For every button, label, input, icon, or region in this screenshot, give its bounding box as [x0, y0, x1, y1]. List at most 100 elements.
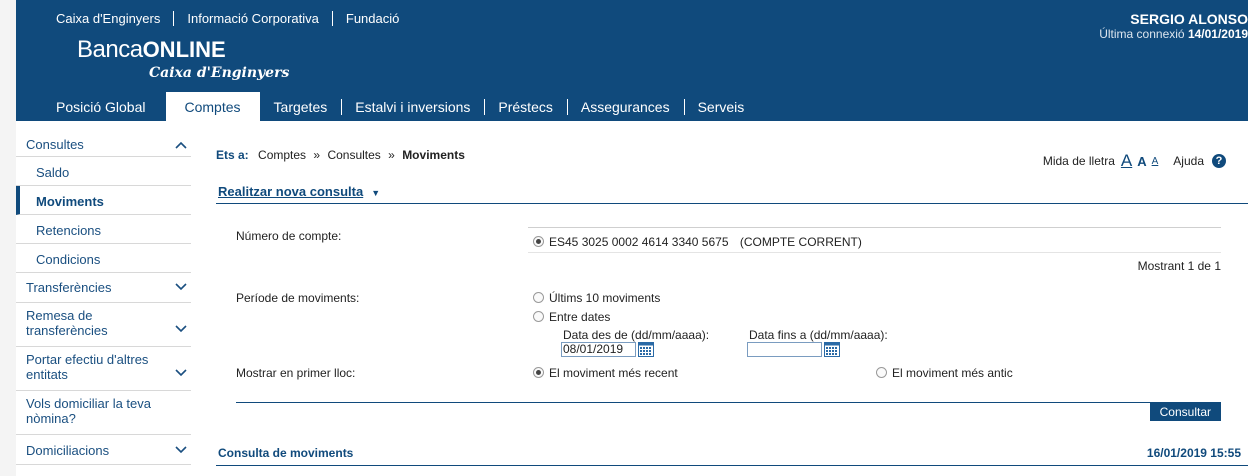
order-old-option[interactable]: El moviment més antic: [876, 366, 1013, 380]
account-number: ES45 3025 0002 4614 3340 5675: [549, 235, 729, 249]
nav-comptes[interactable]: Comptes: [165, 92, 260, 121]
period-between-radio[interactable]: [533, 311, 544, 322]
chevron-down-icon: [175, 325, 187, 335]
sidebar-item-condicions[interactable]: Condicions: [16, 244, 191, 273]
sidebar-item-vols-domiciliar[interactable]: Vols domiciliar la teva nòmina?: [16, 391, 191, 435]
divider: [216, 203, 1248, 204]
font-size-large-button[interactable]: A: [1121, 151, 1132, 171]
main-nav: Posició Global Comptes Targetes Estalvi …: [16, 92, 758, 121]
results-title: Consulta de moviments: [218, 446, 354, 460]
period-between-option[interactable]: Entre dates: [533, 310, 610, 324]
sidebar-item-label: Retencions: [36, 223, 102, 238]
top-links: Caixa d'Enginyers Informació Corporativa…: [43, 11, 412, 26]
sidebar-item-label-2: nòmina?: [26, 411, 76, 426]
sidebar-item-label: Consultes: [26, 137, 84, 152]
period-last10-radio[interactable]: [533, 292, 544, 303]
user-name: SERGIO ALONSO: [1130, 11, 1248, 27]
sidebar-item-label-2: entitats: [26, 367, 68, 382]
divider: [236, 402, 1221, 403]
sidebar-item-consultes[interactable]: Consultes: [16, 133, 191, 157]
main-content: Ets a: Comptes » Consultes » Moviments M…: [216, 121, 1248, 476]
logo-banca: Banca: [77, 36, 143, 63]
sidebar-item-label: Moviments: [36, 194, 104, 209]
date-to-label: Data fins a (dd/mm/aaaa):: [749, 328, 888, 342]
logo[interactable]: BancaONLINE Caixa d'Enginyers: [77, 36, 289, 81]
font-size-small-button[interactable]: A: [1152, 156, 1159, 167]
sidebar-item-label: Remesa de: [26, 308, 93, 323]
caret-down-icon: ▼: [371, 188, 381, 198]
nav-assegurances[interactable]: Assegurances: [566, 92, 684, 121]
order-recent-label: El moviment més recent: [549, 366, 678, 380]
order-recent-option[interactable]: El moviment més recent: [533, 366, 678, 380]
sidebar-item-portar-efectiu[interactable]: Portar efectiu d'altres entitats: [16, 347, 191, 391]
sidebar-item-retencions[interactable]: Retencions: [16, 215, 191, 244]
last-connection-date: 14/01/2019: [1187, 27, 1248, 41]
order-recent-radio[interactable]: [533, 367, 544, 378]
account-radio[interactable]: [533, 236, 544, 247]
sidebar-item-label: Portar efectiu d'altres: [26, 352, 149, 367]
period-label: Període de moviments:: [236, 291, 360, 305]
new-query-toggle[interactable]: Realitzar nova consulta ▼: [218, 184, 380, 199]
sidebar-item-domiciliacions[interactable]: Domiciliacions: [16, 435, 191, 465]
nav-posicio-global[interactable]: Posició Global: [16, 92, 166, 121]
chevron-down-icon: [175, 283, 187, 293]
breadcrumb: Ets a: Comptes » Consultes » Moviments: [216, 148, 465, 162]
divider: [528, 252, 1221, 253]
font-size-label: Mida de lletra: [1042, 154, 1115, 168]
nav-estalvi[interactable]: Estalvi i inversions: [341, 92, 484, 121]
nav-prestecs[interactable]: Préstecs: [484, 92, 566, 121]
breadcrumb-consultes[interactable]: Consultes: [327, 148, 380, 162]
period-last10-option[interactable]: Últims 10 moviments: [533, 291, 660, 305]
sidebar-item-label: Condicions: [36, 252, 101, 267]
results-timestamp: 16/01/2019 15:55: [1146, 446, 1241, 460]
period-between-label: Entre dates: [549, 310, 611, 324]
help-icon[interactable]: ?: [1212, 154, 1226, 168]
breadcrumb-label: Ets a:: [216, 148, 249, 162]
consultar-button[interactable]: Consultar: [1149, 403, 1221, 421]
left-gutter: [0, 0, 16, 476]
sidebar-item-label: Domiciliacions: [26, 443, 110, 458]
results-count: Mostrant 1 de 1: [1137, 259, 1221, 273]
period-last10-label: Últims 10 moviments: [549, 291, 661, 305]
chevron-down-icon: [175, 369, 187, 379]
font-size-medium-button[interactable]: A: [1137, 154, 1146, 169]
chevron-down-icon: [175, 446, 187, 456]
sidebar-item-transferencies[interactable]: Transferències: [16, 273, 191, 303]
order-old-radio[interactable]: [876, 367, 887, 378]
help-link[interactable]: Ajuda: [1173, 154, 1204, 168]
sidebar-item-label: Saldo: [36, 165, 70, 180]
divider: [216, 465, 1248, 466]
date-from-input[interactable]: 08/01/2019: [561, 342, 636, 357]
calendar-icon[interactable]: [824, 342, 840, 357]
order-old-label: El moviment més antic: [892, 366, 1013, 380]
breadcrumb-separator: »: [388, 148, 395, 162]
logo-subtitle: Caixa d'Enginyers: [149, 65, 290, 81]
new-query-label: Realitzar nova consulta: [218, 184, 364, 199]
toplink-fundacio[interactable]: Fundació: [331, 11, 412, 26]
sidebar-item-moviments[interactable]: Moviments: [16, 186, 191, 215]
header: Caixa d'Enginyers Informació Corporativa…: [16, 0, 1248, 121]
date-from-label: Data des de (dd/mm/aaaa):: [563, 328, 710, 342]
logo-online: ONLINE: [142, 37, 226, 62]
breadcrumb-current: Moviments: [402, 148, 465, 162]
sidebar-item-saldo[interactable]: Saldo: [16, 157, 191, 186]
account-option[interactable]: ES45 3025 0002 4614 3340 5675 (COMPTE CO…: [533, 235, 862, 249]
toplink-informacio[interactable]: Informació Corporativa: [173, 11, 332, 26]
chevron-up-icon: [175, 141, 187, 151]
nav-serveis[interactable]: Serveis: [683, 92, 759, 121]
user-info: SERGIO ALONSO Última connexió 14/01/2019: [1099, 11, 1248, 41]
account-label: Número de compte:: [236, 229, 342, 243]
page-tools: Mida de lletra A A A Ajuda ?: [1043, 151, 1226, 171]
breadcrumb-comptes[interactable]: Comptes: [258, 148, 306, 162]
toplink-caixa[interactable]: Caixa d'Enginyers: [43, 11, 173, 26]
sidebar: Consultes Saldo Moviments Retencions Con…: [16, 133, 191, 465]
nav-targetes[interactable]: Targetes: [260, 92, 342, 121]
sidebar-item-label: Vols domiciliar la teva: [26, 396, 151, 411]
order-label: Mostrar en primer lloc:: [236, 366, 356, 380]
date-to-input[interactable]: [747, 342, 822, 357]
divider: [528, 227, 1221, 228]
breadcrumb-separator: »: [313, 148, 321, 162]
calendar-icon[interactable]: [638, 342, 654, 357]
sidebar-item-remesa[interactable]: Remesa de transferències: [16, 303, 191, 347]
sidebar-item-label: Transferències: [26, 280, 112, 295]
